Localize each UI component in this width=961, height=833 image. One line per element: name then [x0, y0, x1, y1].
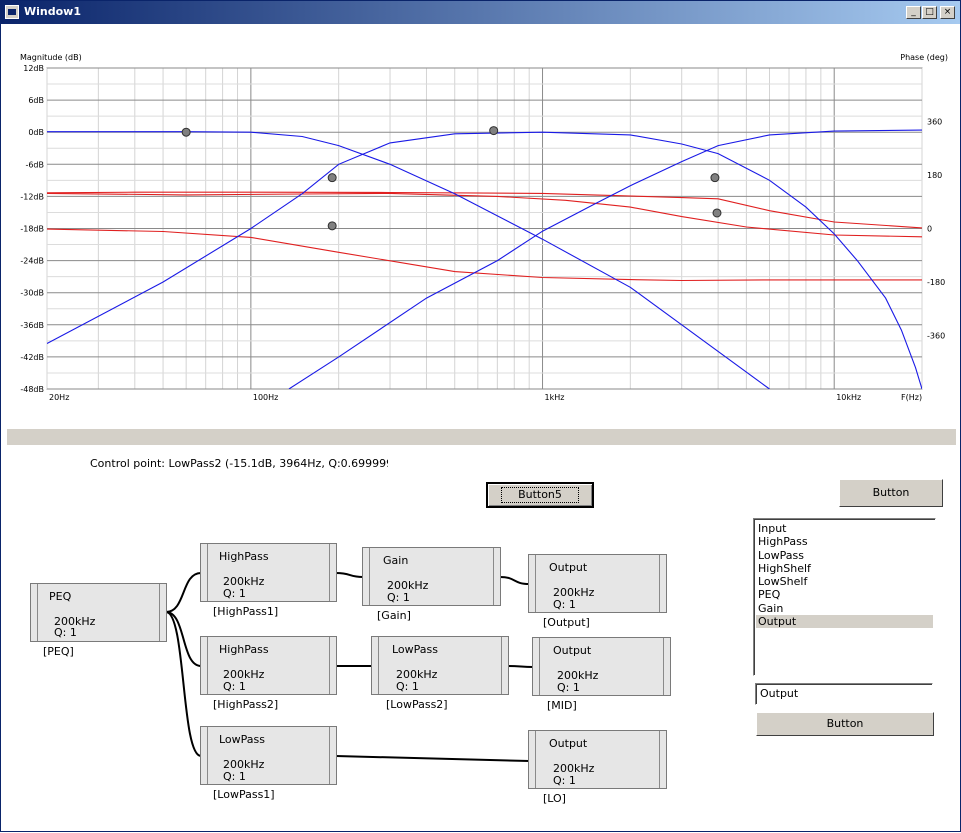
node-title: Gain: [383, 554, 409, 567]
node-title: Output: [553, 644, 592, 657]
main-window: Window1 _ □ × 12dB 6dB 0dB -6dB -12dB -18dB -2…: [0, 0, 961, 832]
node-q: Q: 1: [553, 598, 576, 611]
node-label: [Gain]: [377, 609, 411, 622]
node-label: [Output]: [543, 616, 590, 629]
node-label: [LO]: [543, 792, 566, 805]
node-q: Q: 1: [223, 587, 246, 600]
node-peq[interactable]: PEQ 200kHz Q: 1: [30, 583, 167, 642]
node-title: LowPass: [392, 643, 439, 656]
node-output-main[interactable]: Output 200kHz Q: 1: [528, 554, 667, 613]
node-q: Q: 1: [553, 774, 576, 787]
node-title: PEQ: [49, 590, 72, 603]
node-title: HighPass: [219, 643, 269, 656]
node-label: [MID]: [547, 699, 577, 712]
node-highpass2[interactable]: HighPass 200kHz Q: 1: [200, 636, 337, 695]
node-q: Q: 1: [223, 770, 246, 783]
wire-peq-highpass1: [165, 572, 202, 613]
node-highpass1[interactable]: HighPass 200kHz Q: 1: [200, 543, 337, 602]
node-q: Q: 1: [387, 591, 410, 604]
node-lowpass2[interactable]: LowPass 200kHz Q: 1: [371, 636, 509, 695]
node-label: [HighPass2]: [213, 698, 279, 711]
node-q: Q: 1: [54, 626, 77, 639]
wire-peq-lowpass1: [165, 611, 202, 757]
node-q: Q: 1: [557, 681, 580, 694]
wire-lowpass1-lo: [335, 755, 530, 762]
node-q: Q: 1: [396, 680, 419, 693]
connection-wires: [165, 572, 534, 762]
node-gain[interactable]: Gain 200kHz Q: 1: [362, 547, 501, 606]
node-lowpass1[interactable]: LowPass 200kHz Q: 1: [200, 726, 337, 785]
node-title: Output: [549, 737, 588, 750]
node-label: [LowPass2]: [386, 698, 448, 711]
node-label: [HighPass1]: [213, 605, 279, 618]
wire-lowpass2-mid: [507, 665, 534, 668]
node-output-mid[interactable]: Output 200kHz Q: 1: [532, 637, 671, 696]
node-title: Output: [549, 561, 588, 574]
node-label: [LowPass1]: [213, 788, 275, 801]
node-q: Q: 1: [223, 680, 246, 693]
node-title: LowPass: [219, 733, 266, 746]
wire-highpass1-gain: [335, 572, 364, 578]
node-label: [PEQ]: [43, 645, 74, 658]
wire-gain-output: [499, 576, 530, 585]
node-title: HighPass: [219, 550, 269, 563]
wire-peq-highpass2: [165, 611, 202, 667]
node-output-lo[interactable]: Output 200kHz Q: 1: [528, 730, 667, 789]
